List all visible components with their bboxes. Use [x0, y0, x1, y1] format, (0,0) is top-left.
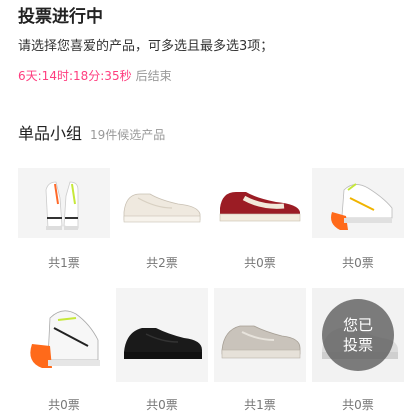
group-subtitle: 19件候选产品: [90, 128, 166, 142]
vote-count: 共0票: [244, 256, 276, 270]
vote-header: 投票进行中 请选择您喜爱的产品，可多选且最多选3项； 6天:14时:18分:35…: [18, 6, 408, 84]
product-grid: 共1票 共2票 共0票 共0票: [18, 168, 412, 292]
product-card[interactable]: 共0票: [18, 288, 110, 412]
vote-count: 共1票: [48, 256, 80, 270]
voted-badge: 您已 投票: [322, 299, 394, 371]
group-title: 单品小组: [18, 124, 83, 143]
black-sneaker-icon[interactable]: [116, 288, 208, 382]
vote-count: 共0票: [146, 398, 178, 412]
product-card[interactable]: 共2票: [116, 168, 208, 292]
vote-count: 共0票: [342, 256, 374, 270]
white-low-sneaker-icon[interactable]: [116, 168, 208, 238]
voted-badge-line2: 投票: [342, 336, 373, 354]
group-header: 单品小组 19件候选产品: [18, 120, 165, 144]
product-card[interactable]: 共1票: [214, 288, 306, 412]
vote-count: 共0票: [48, 398, 80, 412]
countdown-time: 6天:14时:18分:35秒: [18, 69, 132, 83]
orange-white-sneaker-icon[interactable]: [18, 288, 110, 382]
white-orange-sneaker-icon[interactable]: [312, 168, 404, 238]
vote-description: 请选择您喜爱的产品，可多选且最多选3项；: [18, 39, 274, 54]
product-card[interactable]: 您已 投票 共0票: [312, 288, 404, 412]
product-card[interactable]: 共0票: [312, 168, 404, 292]
vote-title: 投票进行中: [18, 7, 103, 27]
vote-count: 共0票: [342, 398, 374, 412]
red-low-sneaker-icon[interactable]: [214, 168, 306, 238]
product-card[interactable]: 共1票: [18, 168, 110, 292]
grey-sneaker-icon[interactable]: [214, 288, 306, 382]
voted-sneaker-icon[interactable]: 您已 投票: [312, 288, 404, 382]
product-grid-row-2: 共0票 共0票 共1票 您已 投票 共0票: [18, 288, 412, 412]
countdown: 6天:14时:18分:35秒 后结束: [18, 68, 408, 84]
product-card[interactable]: 共0票: [116, 288, 208, 412]
vote-count: 共1票: [244, 398, 276, 412]
countdown-suffix: 后结束: [135, 69, 172, 83]
vote-count: 共2票: [146, 256, 178, 270]
high-top-sneaker-pair-icon[interactable]: [18, 168, 110, 238]
voted-badge-line1: 您已: [342, 316, 373, 334]
product-card[interactable]: 共0票: [214, 168, 306, 292]
